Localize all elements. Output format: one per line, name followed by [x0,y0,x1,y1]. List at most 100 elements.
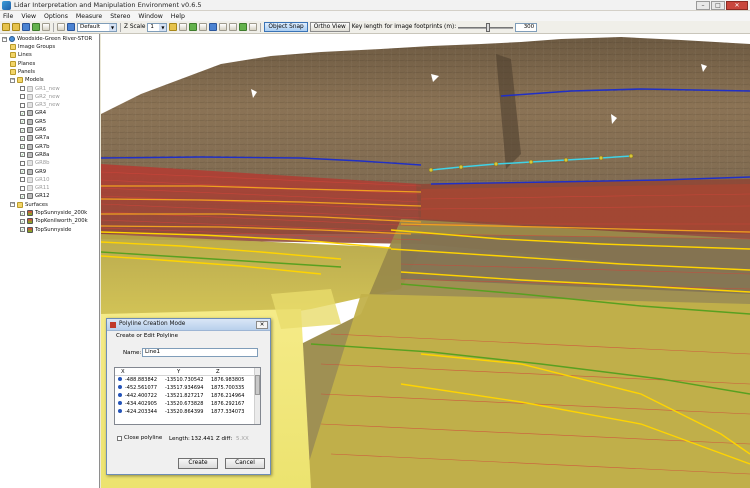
menu-options[interactable]: Options [44,13,68,20]
visibility-checkbox[interactable]: ✓ [20,169,25,174]
select-icon[interactable] [229,23,238,31]
view-mode-icon[interactable] [57,23,65,31]
tree-item[interactable]: GR8b [20,159,50,167]
point-z: 1877.334073 [211,409,245,415]
scrollbar-thumb[interactable] [255,375,260,395]
tree-item[interactable]: ✓ TopKenilworth_200k [20,217,88,225]
save-icon[interactable] [22,23,30,31]
visibility-checkbox[interactable] [20,177,25,183]
tree-item[interactable]: ✓ GR7a [20,134,49,142]
tree-item[interactable]: ✓ GR7b [20,143,50,151]
tree-item[interactable]: − Surfaces [10,201,48,209]
point-row[interactable]: -442.400722 -13521.827217 1876.214964 [115,392,260,400]
polyline-icon[interactable] [239,23,248,31]
slider-thumb[interactable] [486,22,491,32]
point-row[interactable]: -424.203344 -13520.864399 1877.334073 [115,408,260,416]
plane-icon[interactable] [189,23,198,31]
add-layer-icon[interactable] [32,23,40,31]
ortho-view-button[interactable]: Ortho View [309,22,350,32]
tree-item-label: GR8b [35,160,50,167]
point-row[interactable]: -434.402905 -13520.673828 1876.292167 [115,400,260,408]
visibility-checkbox[interactable]: ✓ [20,110,25,116]
minimize-button[interactable]: – [696,1,710,10]
tree-item[interactable]: GR10 [20,176,50,184]
tree-item-label: GR4 [35,110,47,117]
tree-item[interactable]: GR3_new [20,101,60,109]
visibility-checkbox[interactable]: ✓ [20,127,25,133]
tree-item[interactable]: ✓ GR12 [20,192,50,200]
tree-item[interactable]: GR2_new [20,93,60,101]
lock-icon[interactable] [169,23,178,31]
tree-item[interactable]: ✓ GR6 [20,126,46,134]
visibility-checkbox[interactable] [20,185,25,191]
menu-stereo[interactable]: Stereo [110,13,130,20]
visibility-checkbox[interactable]: ✓ [20,218,25,224]
display-icon[interactable] [67,23,75,31]
visibility-checkbox[interactable]: ✓ [20,119,25,125]
visibility-checkbox[interactable]: ✓ [20,227,25,233]
open-folder-icon[interactable] [2,23,10,31]
tree-item[interactable]: Panels [10,68,35,76]
cancel-button[interactable]: Cancel [225,458,265,469]
point-z: 1875.700335 [211,385,245,391]
collapse-icon[interactable]: − [10,202,15,208]
zoom-icon[interactable] [209,23,218,31]
toolbar-separator [53,22,54,32]
surface-icon [27,210,33,216]
visibility-checkbox[interactable]: ✓ [20,210,25,216]
close-button[interactable]: ✕ [726,1,748,10]
maximize-button[interactable]: □ [711,1,725,10]
collapse-icon[interactable]: − [2,36,7,42]
menu-view[interactable]: View [21,13,36,20]
tree-item[interactable]: Lines [10,51,32,59]
menu-file[interactable]: File [3,13,13,20]
visibility-checkbox[interactable] [20,102,25,108]
visibility-checkbox[interactable]: ✓ [20,135,25,141]
zscale-select[interactable]: 1 ▼ [147,22,168,32]
point-row[interactable]: -488.883842 -13510.730542 1876.983805 [115,376,260,384]
rotate-icon[interactable] [219,23,228,31]
view-preset-select[interactable]: Default ▼ [77,22,117,32]
tree-item[interactable]: GR1_new [20,85,60,93]
tree-item[interactable]: ✓ GR5 [20,118,46,126]
close-polyline-checkbox[interactable] [117,435,122,441]
open-project-icon[interactable] [12,23,20,31]
camera-icon[interactable] [249,23,258,31]
tree-item[interactable]: ✓ TopSunnyside [20,226,71,234]
collapse-icon[interactable]: − [10,77,15,83]
tree-item[interactable]: − Models [10,76,44,84]
visibility-checkbox[interactable] [20,94,25,100]
measure-icon[interactable] [179,23,188,31]
tree-root[interactable]: − Woodside-Green River-STOR [2,35,92,43]
dialog-title-bar[interactable]: Polyline Creation Mode ✕ [107,319,270,331]
tree-item-label: GR3_new [35,102,60,109]
menu-help[interactable]: Help [171,13,185,20]
menu-measure[interactable]: Measure [76,13,102,20]
grid-icon[interactable] [42,23,50,31]
menu-window[interactable]: Window [138,13,162,20]
tree-item[interactable]: Planes [10,60,35,68]
pan-icon[interactable] [199,23,208,31]
visibility-checkbox[interactable] [20,86,25,91]
object-snap-button[interactable]: Object Snap [264,22,308,32]
points-scrollbar[interactable] [254,368,260,424]
visibility-checkbox[interactable]: ✓ [20,193,25,199]
name-input[interactable]: Line1 [142,348,258,357]
visibility-checkbox[interactable] [20,160,25,166]
key-length-slider[interactable] [458,22,514,32]
tree-item[interactable]: ✓ GR8a [20,151,49,159]
tree-item-label: GR9 [35,168,47,175]
create-button[interactable]: Create [178,458,218,469]
tree-item[interactable]: ✓ GR4 [20,109,46,117]
visibility-checkbox[interactable]: ✓ [20,152,25,158]
visibility-checkbox[interactable]: ✓ [20,144,25,150]
dialog-close-button[interactable]: ✕ [256,321,268,329]
point-row[interactable]: -452.561077 -13517.934694 1875.700335 [115,384,260,392]
tree-item[interactable]: Image Groups [10,43,55,51]
close-polyline-option[interactable]: Close polyline [117,435,162,441]
tree-item[interactable]: ✓ GR9 [20,168,46,176]
project-tree: − Woodside-Green River-STOR Image Groups… [0,34,100,488]
tree-item[interactable]: GR11 [20,184,50,192]
tree-item[interactable]: ✓ TopSunnyside_200k [20,209,87,217]
key-length-input[interactable]: 300 [515,22,538,32]
